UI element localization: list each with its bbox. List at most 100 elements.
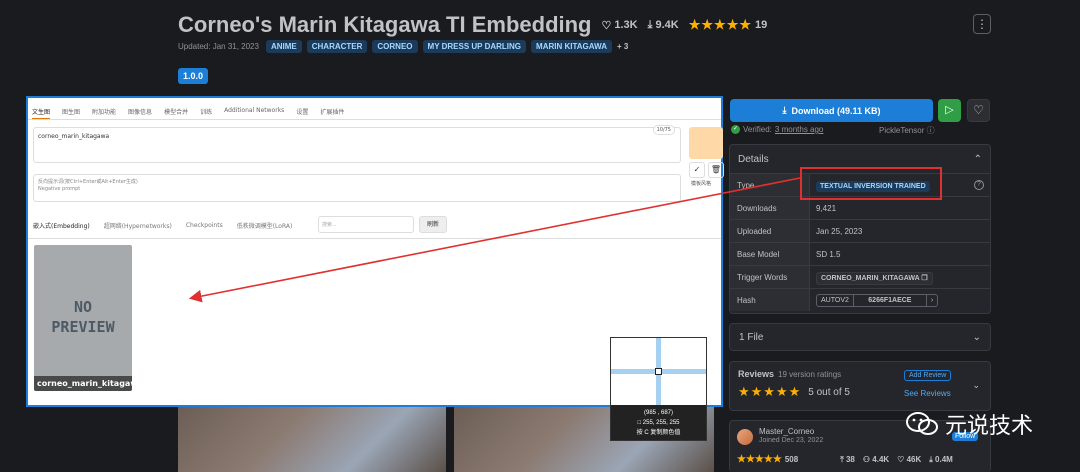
gallery-image[interactable] [178,405,446,472]
verified-status: ✓ Verified: 3 months ago [731,125,823,134]
copy-icon: ❐ [921,274,928,282]
tab-lora[interactable]: 低秩微调模型(LoRA) [237,221,293,230]
trigger-word-badge[interactable]: CORNEO_MARIN_KITAGAWA ❐ [816,271,933,285]
tab-checkpoints[interactable]: Checkpoints [186,222,223,229]
check-icon: ✓ [693,165,701,174]
run-button[interactable]: ▷ [938,99,961,122]
version-badge[interactable]: 1.0.0 [178,68,209,84]
picker-info: (985 , 687) □ 255, 255, 255 按 C 复制颜色值 [611,405,706,440]
chevron-right-icon[interactable]: › [927,295,937,306]
tab-img2img[interactable]: 图生图 [62,107,80,119]
prompt-input[interactable]: corneo_marin_kitagawa 10/75 [33,125,681,163]
help-icon[interactable]: ? [974,180,984,190]
download-icon: ⤓ [647,18,653,31]
see-reviews-link[interactable]: See Reviews [904,389,951,398]
apply-style-button[interactable]: ✓ [689,162,705,178]
page-title: Corneo's Marin Kitagawa TI Embedding [178,12,592,37]
more-tags[interactable]: + 3 [617,42,628,51]
star-rating-icon: ★★★★★ [688,17,753,32]
wechat-icon [906,412,938,435]
review-count: 19 version ratings [778,370,842,379]
meta-row: Updated: Jan 31, 2023 ANIME CHARACTER CO… [178,40,628,53]
watermark-text: 元说技术 [945,414,1034,439]
color-picker-overlay: (985 , 687) □ 255, 255, 255 按 C 复制颜色值 [610,337,707,441]
play-icon: ▷ [945,104,954,116]
watermark: 元说技术 [905,408,1033,440]
tab-hypernetworks[interactable]: 超网络(Hypernetworks) [104,221,172,230]
hash-algo[interactable]: AUTOV2 [817,295,853,306]
picker-rgb: □ 255, 255, 255 [637,420,680,426]
tab-train[interactable]: 训练 [200,107,212,119]
creator-name[interactable]: Master_Corneo [759,427,814,436]
followers-stat: ⚇ 4.4K [862,455,890,464]
likes-stat: ♡ 46K [897,455,922,464]
hash-value[interactable]: 6266F1AECE [852,294,927,306]
details-row-trigger-words: Trigger Words CORNEO_MARIN_KITAGAWA ❐ [730,265,990,288]
more-menu-button[interactable]: ⋮ [973,14,991,34]
avatar[interactable] [737,429,753,445]
likes-count: 1.3K [614,19,638,31]
tab-merge[interactable]: 模型合并 [164,107,188,119]
favorite-button[interactable]: ♡ [967,99,990,122]
rating-stat[interactable]: ★★★★★ 19 [689,17,768,33]
negative-placeholder: 反向提示词(按Ctrl+Enter或Alt+Enter生成) [38,179,138,185]
prompt-text: corneo_marin_kitagawa [38,133,110,140]
model-header: Corneo's Marin Kitagawa TI Embedding ♡ 1… [178,12,767,38]
negative-prompt-input[interactable]: 反向提示词(按Ctrl+Enter或Alt+Enter生成) Negative … [33,174,681,202]
tab-settings[interactable]: 设置 [296,107,308,119]
trash-icon: 🗑 [710,165,722,174]
download-button[interactable]: ⤓ Download (49.11 KB) [730,99,933,122]
chevron-up-icon: ⌃ [973,153,982,165]
downloads-stat: ⤓ 0.4M [929,454,953,464]
tab-txt2img[interactable]: 文生图 [32,107,51,119]
tab-png-info[interactable]: 图像信息 [128,107,152,119]
heart-icon: ♡ [973,103,984,117]
negative-label: Negative prompt [38,186,81,192]
tag-corneo[interactable]: CORNEO [372,40,418,53]
tab-additional-networks[interactable]: Additional Networks [224,107,284,119]
refresh-button[interactable]: 刷新 [419,216,447,233]
details-row-base-model: Base Model SD 1.5 [730,242,990,265]
details-row-hash: Hash AUTOV2 6266F1AECE › [730,288,990,311]
verified-time[interactable]: 3 months ago [775,125,823,134]
no-preview-placeholder: NO PREVIEW [51,298,115,336]
uploads-stat: ⤒ 38 [840,454,855,464]
tab-embedding[interactable]: 嵌入式(Embedding) [33,221,90,230]
files-label: 1 File [739,331,764,343]
downloads-count: 9.4K [655,19,679,31]
shield-check-icon: ✓ [731,125,740,134]
tag-marin-kitagawa[interactable]: MARIN KITAGAWA [531,40,612,53]
chevron-down-icon[interactable]: ⌄ [972,380,980,391]
add-review-button[interactable]: Add Review [904,370,952,381]
token-counter: 10/75 [652,125,675,135]
chevron-down-icon: ⌄ [972,331,981,343]
hash-box[interactable]: AUTOV2 6266F1AECE › [816,293,939,307]
files-panel[interactable]: 1 File ⌄ [729,323,991,351]
downloads-stat: ⤓ 9.4K [648,19,679,32]
tag-character[interactable]: CHARACTER [306,40,368,53]
crosshair-center [655,368,662,375]
score-text: 5 out of 5 [808,386,850,398]
likes-stat[interactable]: ♡ 1.3K [602,19,638,32]
download-label: Download (49.11 KB) [791,105,881,116]
clear-prompt-button[interactable]: 🗑 [708,162,724,178]
heart-icon: ♡ [601,19,612,32]
style-label: 模板风格 [691,181,712,187]
embedding-card[interactable]: NOPREVIEW corneo_marin_kitagawa [34,245,132,391]
tag-my-dress-up-darling[interactable]: MY DRESS UP DARLING [422,40,527,53]
picker-hint: 按 C 复制颜色值 [636,430,681,436]
info-icon[interactable]: ⓘ [927,126,935,135]
webui-tabs: 文生图 图生图 附加功能 图像信息 模型合并 训练 Additional Net… [32,107,344,119]
details-row-uploaded: Uploaded Jan 25, 2023 [730,219,990,242]
annotation-highlight [800,167,942,200]
picker-coords: (985 , 687) [643,410,674,416]
download-icon: ⤓ [782,105,787,115]
tab-extras[interactable]: 附加功能 [92,107,116,119]
network-search-input[interactable]: 搜索... [318,216,414,233]
rating-count: 19 [755,19,768,31]
tag-anime[interactable]: ANIME [265,40,302,53]
tab-extensions[interactable]: 扩展插件 [320,107,344,119]
more-vertical-icon: ⋮ [976,17,988,31]
generate-button[interactable] [689,127,723,159]
creator-stats: ★★★★★ 508 ⤒ 38 ⚇ 4.4K ♡ 46K ⤓ 0.4M [737,454,987,465]
